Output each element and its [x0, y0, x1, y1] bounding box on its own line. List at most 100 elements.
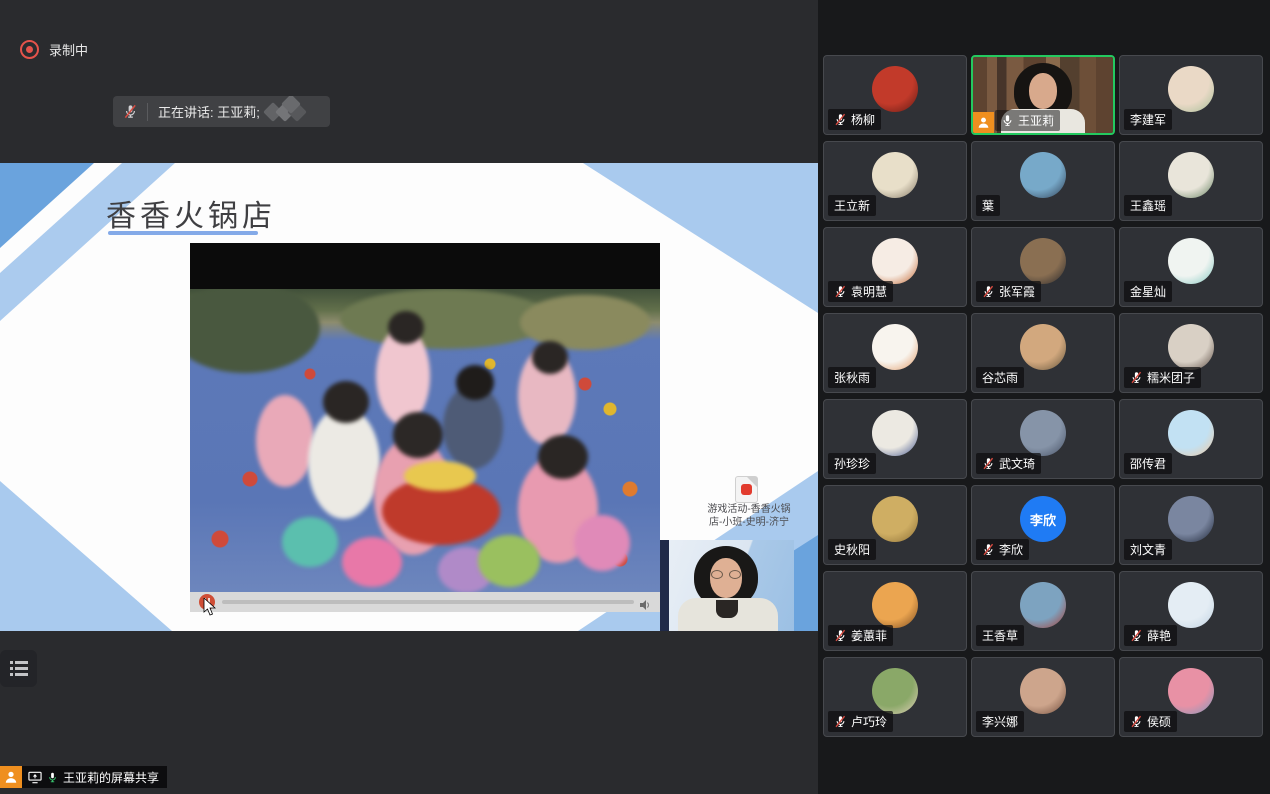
participant-name: 张秋雨 — [834, 369, 870, 386]
participant-avatar — [872, 66, 918, 112]
participant-avatar — [872, 668, 918, 714]
participant-tile-王立新[interactable]: 王立新 — [823, 141, 967, 221]
video-controls-bar — [190, 592, 660, 612]
participant-tile-金星灿[interactable]: 金星灿 — [1119, 227, 1263, 307]
active-speaker-banner: 正在讲话: 王亚莉; — [113, 96, 330, 127]
participant-tile-李建军[interactable]: 李建军 — [1119, 55, 1263, 135]
muted-mic-icon — [1130, 629, 1143, 642]
participant-tile-李兴娜[interactable]: 李兴娜 — [971, 657, 1115, 737]
participant-tile-史秋阳[interactable]: 史秋阳 — [823, 485, 967, 565]
recording-indicator: 录制中 — [20, 40, 88, 59]
participant-tile-王香草[interactable]: 王香草 — [971, 571, 1115, 651]
participant-name: 侯硕 — [1147, 713, 1171, 730]
participant-tile-糯米团子[interactable]: 糯米团子 — [1119, 313, 1263, 393]
participant-name: 卢巧玲 — [851, 713, 887, 730]
participants-grid: 杨柳 王亚莉 — [823, 55, 1263, 737]
participant-tile-李欣[interactable]: 李欣 李欣 — [971, 485, 1115, 565]
participant-name-label: 王香草 — [976, 625, 1024, 646]
participant-tile-卢巧玲[interactable]: 卢巧玲 — [823, 657, 967, 737]
muted-mic-icon — [982, 457, 995, 470]
participant-name: 李建军 — [1130, 111, 1166, 128]
participant-name-label: 张军霞 — [976, 281, 1041, 302]
participant-tile-侯硕[interactable]: 侯硕 — [1119, 657, 1263, 737]
progress-bar[interactable] — [222, 600, 634, 604]
share-status-text: 王亚莉的屏幕共享 — [63, 769, 159, 786]
participant-avatar: 李欣 — [1020, 496, 1066, 542]
muted-mic-icon — [834, 285, 847, 298]
participant-name: 薛艳 — [1147, 627, 1171, 644]
participant-name: 袁明慧 — [851, 283, 887, 300]
participant-name: 刘文青 — [1130, 541, 1166, 558]
mic-on-icon — [1001, 114, 1014, 127]
participant-tile-杨柳[interactable]: 杨柳 — [823, 55, 967, 135]
participant-name-label: 王鑫瑶 — [1124, 195, 1172, 216]
document-file-name: 游戏活动-香香火锅 店-小班-史明-济宁 — [700, 503, 798, 529]
participant-tile-王鑫瑶[interactable]: 王鑫瑶 — [1119, 141, 1263, 221]
muted-mic-icon — [834, 629, 847, 642]
document-file-icon — [736, 477, 757, 502]
muted-mic-icon — [834, 715, 847, 728]
slide-title-underline — [108, 231, 258, 235]
muted-mic-icon — [982, 543, 995, 556]
participant-name: 王鑫瑶 — [1130, 197, 1166, 214]
participant-avatar — [1020, 238, 1066, 284]
participant-name: 葉 — [982, 197, 994, 214]
participant-tile-刘文青[interactable]: 刘文青 — [1119, 485, 1263, 565]
participant-name: 邵传君 — [1130, 455, 1166, 472]
mic-on-icon — [47, 771, 58, 784]
participant-tile-武文琦[interactable]: 武文琦 — [971, 399, 1115, 479]
participant-avatar — [1168, 324, 1214, 370]
participant-name-label: 刘文青 — [1124, 539, 1172, 560]
participant-avatar — [1168, 410, 1214, 456]
participants-panel: 杨柳 王亚莉 — [818, 0, 1270, 794]
list-icon — [10, 661, 28, 676]
participant-avatar — [872, 410, 918, 456]
participant-name-label: 李建军 — [1124, 109, 1172, 130]
host-badge-person-icon — [973, 112, 994, 133]
participant-tile-王亚莉[interactable]: 王亚莉 — [971, 55, 1115, 135]
participant-avatar — [1020, 668, 1066, 714]
slide-corner-decoration — [0, 481, 172, 631]
screen-share-icon — [28, 771, 42, 784]
participant-name: 武文琦 — [999, 455, 1035, 472]
annotation-tools-button[interactable] — [0, 650, 37, 687]
participant-name: 王立新 — [834, 197, 870, 214]
participant-name: 史秋阳 — [834, 541, 870, 558]
participant-avatar — [872, 496, 918, 542]
embedded-video-player — [190, 243, 660, 612]
volume-icon[interactable] — [640, 597, 652, 607]
mouse-cursor — [203, 598, 216, 616]
participant-tile-张秋雨[interactable]: 张秋雨 — [823, 313, 967, 393]
participant-name-label: 袁明慧 — [828, 281, 893, 302]
participant-tile-袁明慧[interactable]: 袁明慧 — [823, 227, 967, 307]
speaking-now-text: 正在讲话: 王亚莉; — [158, 102, 260, 121]
participant-name-label: 姜蕙菲 — [828, 625, 893, 646]
kindergarten-video-frame — [190, 289, 660, 592]
participant-tile-薛艳[interactable]: 薛艳 — [1119, 571, 1263, 651]
participant-tile-葉[interactable]: 葉 — [971, 141, 1115, 221]
participant-tile-姜蕙菲[interactable]: 姜蕙菲 — [823, 571, 967, 651]
host-person-icon — [0, 766, 22, 788]
participant-avatar — [872, 324, 918, 370]
participant-name: 孙珍珍 — [834, 455, 870, 472]
participant-avatar — [1020, 410, 1066, 456]
participant-name: 姜蕙菲 — [851, 627, 887, 644]
participant-tile-邵传君[interactable]: 邵传君 — [1119, 399, 1263, 479]
participant-avatar — [872, 582, 918, 628]
participant-name: 张军霞 — [999, 283, 1035, 300]
participant-name-label: 王亚莉 — [995, 110, 1060, 131]
participant-tile-孙珍珍[interactable]: 孙珍珍 — [823, 399, 967, 479]
participant-name: 金星灿 — [1130, 283, 1166, 300]
participant-avatar — [1020, 324, 1066, 370]
participant-name-label: 王立新 — [828, 195, 876, 216]
participant-name-label: 杨柳 — [828, 109, 881, 130]
participant-name: 王亚莉 — [1018, 112, 1054, 129]
participant-tile-谷芯雨[interactable]: 谷芯雨 — [971, 313, 1115, 393]
participant-avatar — [1020, 152, 1066, 198]
shared-screen-stage: 录制中 正在讲话: 王亚莉; 香香火锅店 — [0, 0, 818, 794]
participant-name: 李欣 — [999, 541, 1023, 558]
participant-name: 杨柳 — [851, 111, 875, 128]
recording-label: 录制中 — [49, 40, 88, 59]
participant-tile-张军霞[interactable]: 张军霞 — [971, 227, 1115, 307]
slide-title: 香香火锅店 — [106, 191, 276, 235]
